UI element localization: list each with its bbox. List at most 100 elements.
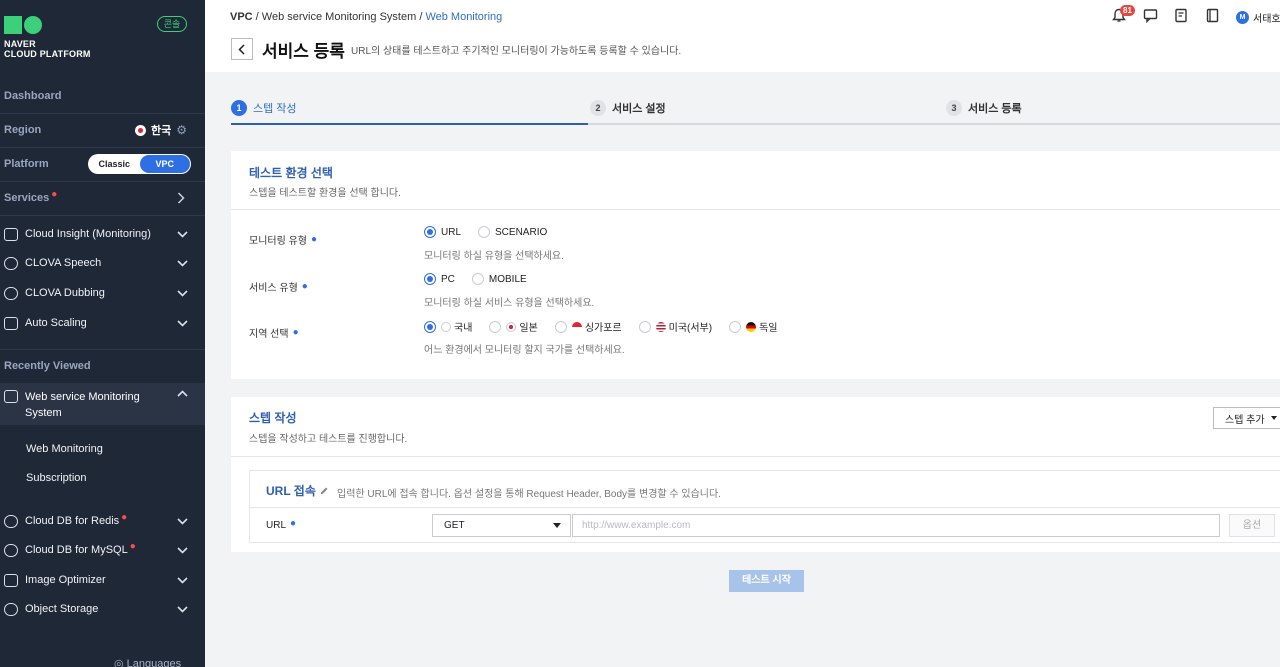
service-type-label-text: 서비스 유형 [249,283,298,294]
sidebar-item-auto-scaling[interactable]: Auto Scaling [0,308,205,338]
back-button[interactable] [231,38,253,60]
dashboard-label: Dashboard [4,90,62,102]
clova-speech-icon [4,256,18,270]
page-description: URL의 상태를 테스트하고 주기적인 모니터링이 가능하도록 등록할 수 있습… [351,46,682,57]
user-menu[interactable]: M 서태호 [1236,10,1280,25]
option-button[interactable]: 옵션 [1229,514,1275,537]
breadcrumb-current[interactable]: Web Monitoring [425,11,502,23]
chevron-down-icon [177,230,188,238]
recently-viewed-label: Recently Viewed [4,360,91,372]
monitor-icon [4,390,18,403]
radio-scenario[interactable]: SCENARIO [478,226,547,238]
step-number: 3 [946,100,962,116]
sidebar-sublink-subscription[interactable]: Subscription [26,472,87,484]
naver-cloud-logo[interactable]: NAVER CLOUD PLATFORM [4,16,91,59]
chevron-down-icon [177,546,188,554]
korea-flag-icon [441,321,451,332]
singapore-flag-icon [571,321,582,332]
chat-button[interactable] [1143,8,1160,25]
url-label: URL ● [266,518,296,531]
url-label-text: URL [266,520,287,531]
caret-down-icon [553,523,561,528]
step-label: 스텝 작성 [253,103,297,115]
sidebar-item-cloud-db-mysql[interactable]: Cloud DB for MySQL ● [0,535,205,565]
sidebar-item-clova-dubbing[interactable]: CLOVA Dubbing [0,278,205,308]
start-test-button[interactable]: 테스트 시작 [729,570,804,592]
image-optimizer-icon [4,573,18,587]
sidebar-sublink-web-monitoring[interactable]: Web Monitoring [26,443,103,455]
radio-mobile[interactable]: MOBILE [471,273,527,285]
required-dot-icon: ● [292,327,299,338]
test-environment-panel: 테스트 환경 선택 스텝을 테스트할 환경을 선택 합니다. 모니터링 유형 ● … [231,151,1280,379]
radio-region-us-west[interactable]: 미국(서부) [638,319,713,334]
dashboard-link[interactable]: Dashboard [0,79,205,113]
radio-region-korea[interactable]: 국내 [424,319,472,334]
add-step-button[interactable]: 스텝 추가 [1213,407,1280,429]
sidebar: NAVER CLOUD PLATFORM 콘솔 Dashboard Region… [0,0,205,667]
radio-label: SCENARIO [495,226,548,238]
notification-button[interactable]: 81 [1112,5,1135,25]
service-type-radio-group: PC MOBILE [424,273,544,285]
new-dot-icon: ● [129,540,136,552]
services-menu[interactable]: Services ● [0,181,205,215]
cloud-db-icon [4,514,18,528]
step-1[interactable]: 1 스텝 작성 [231,100,297,116]
chevron-down-icon [177,576,188,584]
sidebar-item-label: Cloud DB for Redis [25,515,120,527]
radio-selected-icon [424,273,436,285]
radio-label: 독일 [759,323,778,334]
pencil-icon[interactable] [320,486,329,495]
japan-flag-icon [506,321,517,332]
sidebar-item-image-optimizer[interactable]: Image Optimizer [0,565,205,595]
radio-region-singapore[interactable]: 싱가포르 [554,319,622,334]
notes-button[interactable] [1174,8,1191,25]
sidebar-item-cloud-db-redis[interactable]: Cloud DB for Redis ● [0,506,205,536]
url-input[interactable] [572,514,1220,537]
languages-menu[interactable]: ◎ Languages [114,657,181,667]
step-3[interactable]: 3 서비스 등록 [946,100,1022,116]
manual-button[interactable] [1205,8,1222,25]
gear-icon[interactable]: ⚙ [176,123,187,137]
radio-unselected-icon [554,320,567,333]
sidebar-item-web-service-monitoring[interactable]: Web service Monitoring System [0,383,205,425]
region-selector[interactable]: 한국 ⚙ [134,122,187,138]
chevron-up-icon [177,390,188,397]
url-access-description: 입력한 URL에 접속 합니다. 옵션 설정을 통해 Request Heade… [337,489,721,500]
region-row: Region 한국 ⚙ [0,113,205,147]
sidebar-item-object-storage[interactable]: Object Storage [0,594,205,624]
radio-label: 일본 [519,323,538,334]
region-label: Region [4,124,42,136]
page-header: VPC / Web service Monitoring System / We… [205,0,1280,72]
services-label: Services [4,192,50,204]
radio-region-japan[interactable]: 일본 [489,319,538,334]
url-access-title: URL 접속 [266,482,329,499]
radio-pc[interactable]: PC [424,273,455,285]
notification-count-badge: 81 [1120,5,1135,16]
panel-title: 테스트 환경 선택 [249,166,333,180]
sidebar-item-label: Web service Monitoring [25,391,140,403]
platform-option-classic[interactable]: Classic [89,155,140,173]
platform-option-vpc[interactable]: VPC [139,155,190,173]
radio-label: 국내 [454,323,473,334]
breadcrumb-item[interactable]: Web service Monitoring System [262,11,416,23]
sidebar-item-cloud-insight[interactable]: Cloud Insight (Monitoring) [0,219,205,249]
radio-label: 미국(서부) [668,323,713,334]
radio-region-germany[interactable]: 독일 [729,319,778,334]
http-method-select[interactable]: GET [432,514,571,537]
breadcrumb-item[interactable]: VPC [230,11,253,23]
breadcrumb: VPC / Web service Monitoring System / We… [230,11,503,23]
monitoring-type-label: 모니터링 유형 ● [249,232,317,247]
step-2[interactable]: 2 서비스 설정 [590,100,666,116]
console-badge[interactable]: 콘솔 [157,16,187,32]
clova-dubbing-icon [4,286,18,300]
new-dot-icon: ● [51,188,58,200]
platform-toggle[interactable]: Classic VPC [88,154,191,174]
region-select-label: 지역 선택 ● [249,325,299,340]
radio-label: MOBILE [488,273,527,285]
active-step-indicator [231,123,588,125]
region-value: 한국 [150,125,172,137]
radio-url[interactable]: URL [424,226,461,238]
radio-unselected-icon [478,226,491,238]
service-type-label: 서비스 유형 ● [249,279,308,294]
sidebar-item-clova-speech[interactable]: CLOVA Speech [0,248,205,278]
